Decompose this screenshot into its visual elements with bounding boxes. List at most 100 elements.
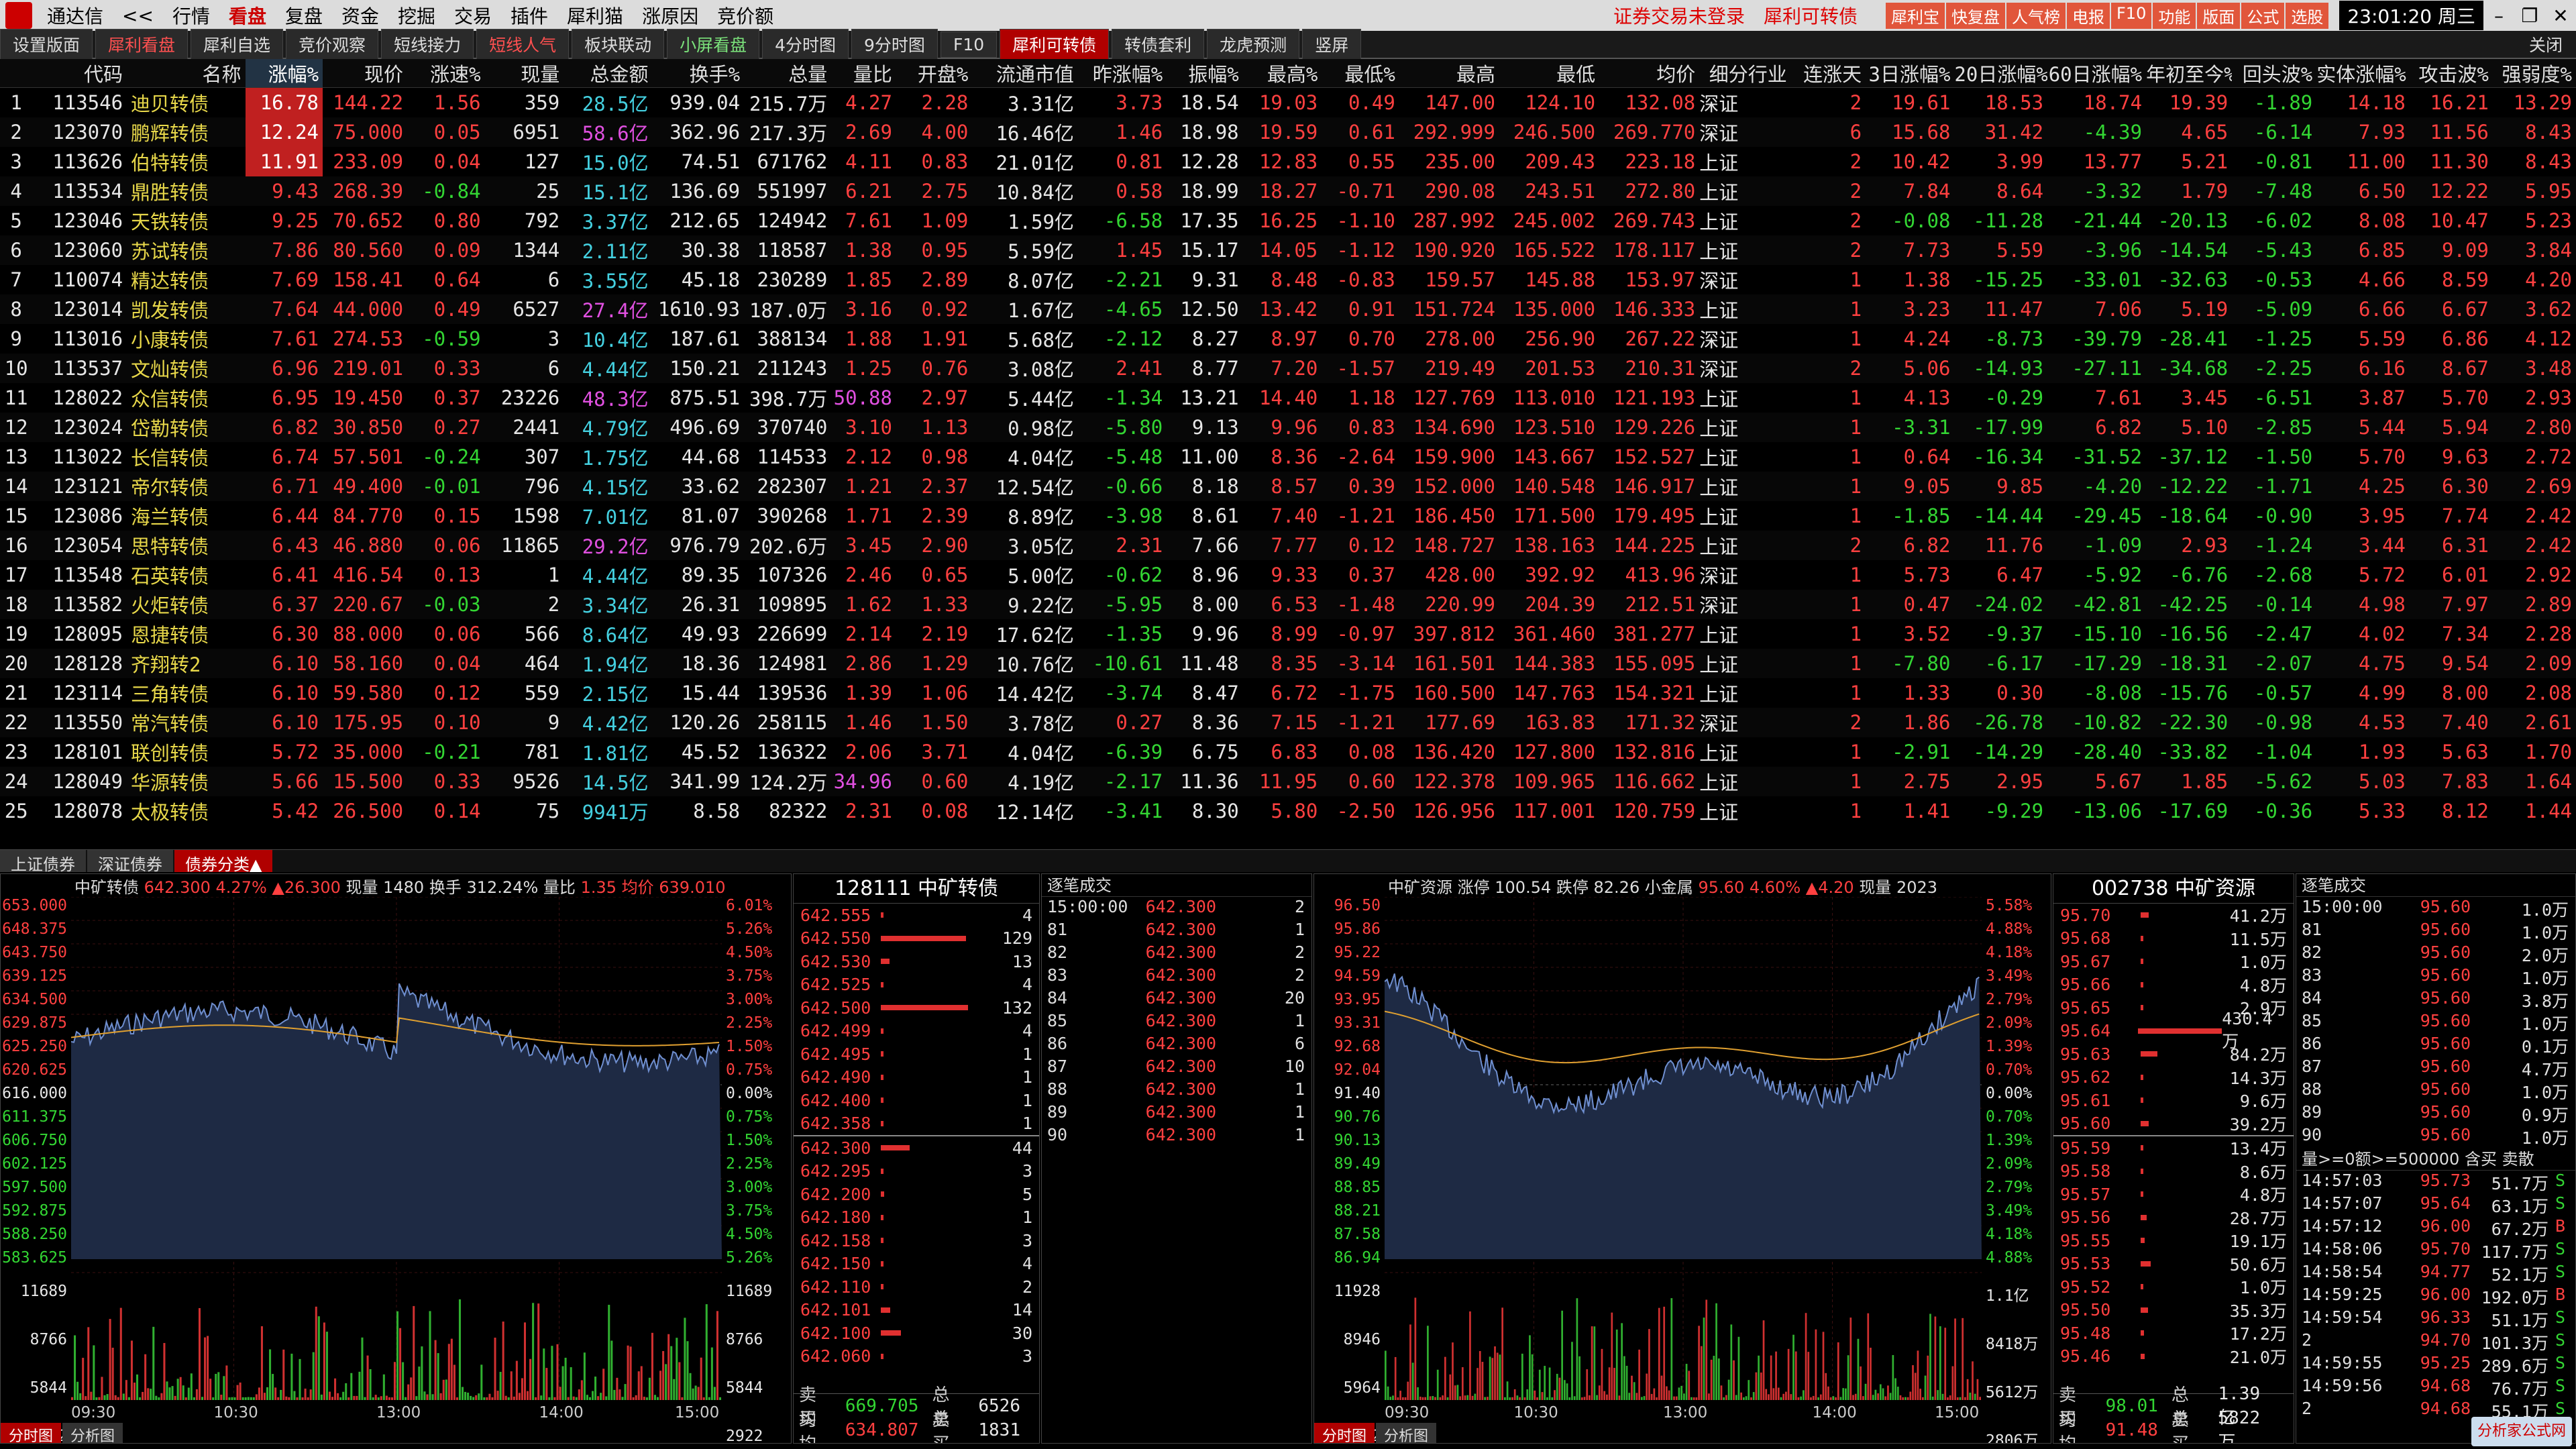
order-level[interactable]: 95.55 19.1万: [2053, 1229, 2294, 1252]
menu-item-xilimao[interactable]: 犀利猫: [557, 2, 633, 29]
menu-item-jingjiae[interactable]: 竞价额: [708, 2, 783, 29]
column-header[interactable]: 量比: [831, 59, 896, 88]
order-level[interactable]: 642.101 14: [794, 1299, 1039, 1322]
column-header[interactable]: 最低%: [1322, 59, 1399, 88]
tab-taoli[interactable]: 转债套利: [1112, 29, 1205, 60]
table-row[interactable]: 16 123054 思特转债 6.43 46.880 0.06 11865 29.2亿 976.…: [0, 530, 2576, 560]
tab-shuping[interactable]: 竖屏: [1302, 29, 1362, 60]
table-row[interactable]: 3 113626 伯特转债 11.91 233.09 0.04 127 15.0亿 74.51 6…: [0, 146, 2576, 176]
quick-button-gongneng[interactable]: 功能: [2153, 2, 2196, 29]
tab-bankuai[interactable]: 板块联动: [572, 29, 665, 60]
table-row[interactable]: 11 128022 众信转债 6.95 19.450 0.37 23226 48.3亿 875.…: [0, 383, 2576, 413]
tab-analysis[interactable]: 分析图: [62, 1423, 123, 1443]
tab-4fenshi[interactable]: 4分时图: [762, 29, 849, 60]
big-order-filter[interactable]: 量>=0额>=500000 含买 卖散: [2296, 1148, 2575, 1171]
table-row[interactable]: 24 128049 华源转债 5.66 15.500 0.33 9526 14.5亿 341.9…: [0, 766, 2576, 796]
column-header[interactable]: 代码: [32, 59, 127, 88]
order-level[interactable]: 95.59 13.4万: [2053, 1136, 2294, 1160]
tab-9fenshi[interactable]: 9分时图: [851, 29, 938, 60]
order-level[interactable]: 642.500 132: [794, 996, 1039, 1020]
table-row[interactable]: 18 113582 火炬转债 6.37 220.67 -0.03 2 3.34亿 26.31 10…: [0, 589, 2576, 619]
table-row[interactable]: 15 123086 海兰转债 6.44 84.770 0.15 1598 7.01亿 81.07…: [0, 501, 2576, 531]
column-header[interactable]: 60日涨幅%: [2047, 59, 2147, 88]
column-header[interactable]: 实体涨幅%: [2316, 59, 2410, 88]
order-level[interactable]: 642.550 129: [794, 927, 1039, 951]
order-level[interactable]: 642.358 1: [794, 1112, 1039, 1136]
quick-button-gongshi[interactable]: 公式: [2241, 2, 2285, 29]
column-header[interactable]: 最高: [1399, 59, 1499, 88]
order-level[interactable]: 95.60 39.2万: [2053, 1112, 2294, 1136]
order-level[interactable]: 642.100 30: [794, 1322, 1039, 1345]
table-row[interactable]: 4 113534 鼎胜转债 9.43 268.39 -0.84 25 15.1亿 136.69 5…: [0, 176, 2576, 206]
column-header[interactable]: 换手%: [652, 59, 745, 88]
order-level[interactable]: 95.68 11.5万: [2053, 927, 2294, 951]
table-row[interactable]: 19 128095 恩捷转债 6.30 88.000 0.06 566 8.64亿 49.93 2…: [0, 619, 2576, 649]
quick-button-banmian[interactable]: 版面: [2197, 2, 2241, 29]
tab-xili-kanpan[interactable]: 犀利看盘: [95, 29, 189, 60]
quick-button-f10[interactable]: F10: [2111, 2, 2152, 29]
column-header[interactable]: 最低: [1499, 59, 1600, 88]
column-header[interactable]: 涨速%: [407, 59, 485, 88]
table-row[interactable]: 7 110074 精达转债 7.69 158.41 0.64 6 3.55亿 45.18 2302…: [0, 265, 2576, 294]
order-level[interactable]: 642.555 4: [794, 904, 1039, 927]
table-row[interactable]: 25 128078 太极转债 5.42 26.500 0.14 75 9941万 8.58 823…: [0, 796, 2576, 826]
order-level[interactable]: 642.495 1: [794, 1042, 1039, 1066]
order-level[interactable]: 95.64 430.4万: [2053, 1009, 2294, 1051]
quick-button-renqibang[interactable]: 人气榜: [2006, 2, 2065, 29]
tab-shanghai-bonds[interactable]: 上证债券: [0, 850, 86, 874]
menu-item-chajian[interactable]: 插件: [501, 2, 557, 29]
column-header[interactable]: 昨涨幅%: [1077, 59, 1167, 88]
close-layout-button[interactable]: 关闭: [2529, 32, 2563, 56]
tab-xili-kezhuanzhai[interactable]: 犀利可转债: [1000, 29, 1110, 60]
order-level[interactable]: 95.48 17.2万: [2053, 1322, 2294, 1345]
table-row[interactable]: 1 113546 迪贝转债 16.78 144.22 1.56 359 28.5亿 939.04…: [0, 87, 2576, 117]
order-level[interactable]: 642.400 1: [794, 1089, 1039, 1112]
table-row[interactable]: 20 128128 齐翔转2 6.10 58.160 0.04 464 1.94亿 18.36 1…: [0, 648, 2576, 678]
order-level[interactable]: 642.300 44: [794, 1136, 1039, 1160]
column-header[interactable]: 最高%: [1242, 59, 1322, 88]
tab-analysis[interactable]: 分析图: [1376, 1423, 1437, 1443]
column-header[interactable]: 年初至今%: [2146, 59, 2233, 88]
tab-settings[interactable]: 设置版面: [0, 29, 93, 60]
minimize-icon[interactable]: –: [2483, 5, 2514, 27]
menu-item-hq[interactable]: 行情: [163, 2, 219, 29]
order-level[interactable]: 95.53 50.6万: [2053, 1252, 2294, 1276]
table-row[interactable]: 17 113548 石英转债 6.41 416.54 0.13 1 4.44亿 89.35 107…: [0, 560, 2576, 590]
table-row[interactable]: 9 113016 小康转债 7.61 274.53 -0.59 3 10.4亿 187.61 38…: [0, 324, 2576, 354]
tab-f10[interactable]: F10: [940, 31, 998, 58]
table-row[interactable]: 5 123046 天铁转债 9.25 70.652 0.80 792 3.37亿 212.65 1…: [0, 206, 2576, 235]
bond-intraday-chart[interactable]: 中矿转债 642.300 4.27% ▲26.300 现量 1480 换手 31…: [0, 873, 792, 1444]
order-level[interactable]: 642.150 4: [794, 1252, 1039, 1276]
order-level[interactable]: 642.295 3: [794, 1160, 1039, 1183]
column-header[interactable]: 连涨天: [1790, 59, 1866, 88]
order-level[interactable]: 642.158 3: [794, 1229, 1039, 1252]
column-header[interactable]: 流通市值: [972, 59, 1078, 88]
column-header[interactable]: 总金额: [564, 59, 653, 88]
tab-intraday[interactable]: 分时图: [1, 1423, 62, 1443]
column-header[interactable]: 细分行业: [1699, 59, 1791, 88]
menu-item-zhangyuanyin[interactable]: 涨原因: [633, 2, 708, 29]
order-level[interactable]: 642.499 4: [794, 1020, 1039, 1043]
column-header[interactable]: 总量: [744, 59, 832, 88]
column-header[interactable]: 名称: [127, 59, 246, 88]
tab-xiaoping[interactable]: 小屏看盘: [667, 29, 760, 60]
restore-icon[interactable]: ❐: [2514, 5, 2545, 27]
tab-xili-zixuan[interactable]: 犀利自选: [191, 29, 284, 60]
table-row[interactable]: 2 123070 鹏辉转债 12.24 75.000 0.05 6951 58.6亿 362.9…: [0, 117, 2576, 147]
order-level[interactable]: 642.180 1: [794, 1206, 1039, 1230]
tab-intraday[interactable]: 分时图: [1314, 1423, 1375, 1443]
column-header[interactable]: 强弱度%: [2492, 59, 2576, 88]
menu-item-zijin[interactable]: 资金: [332, 2, 388, 29]
order-level[interactable]: 95.50 35.3万: [2053, 1299, 2294, 1322]
quick-button-dianbao[interactable]: 电报: [2067, 2, 2110, 29]
column-header[interactable]: [0, 59, 33, 88]
table-row[interactable]: 23 128101 联创转债 5.72 35.000 -0.21 781 1.81亿 45.52…: [0, 737, 2576, 767]
column-header[interactable]: 均价: [1599, 59, 1700, 88]
stock-intraday-chart[interactable]: 中矿资源 涨停 100.54 跌停 82.26 小金属 95.60 4.60% …: [1313, 873, 2051, 1444]
order-level[interactable]: 642.110 2: [794, 1275, 1039, 1299]
column-header[interactable]: 开盘%: [896, 59, 973, 88]
column-header[interactable]: 回头波%: [2232, 59, 2317, 88]
tab-duanxian-jieli[interactable]: 短线接力: [381, 29, 474, 60]
column-header[interactable]: 3日涨幅%: [1866, 59, 1955, 88]
order-level[interactable]: 642.530 13: [794, 950, 1039, 973]
